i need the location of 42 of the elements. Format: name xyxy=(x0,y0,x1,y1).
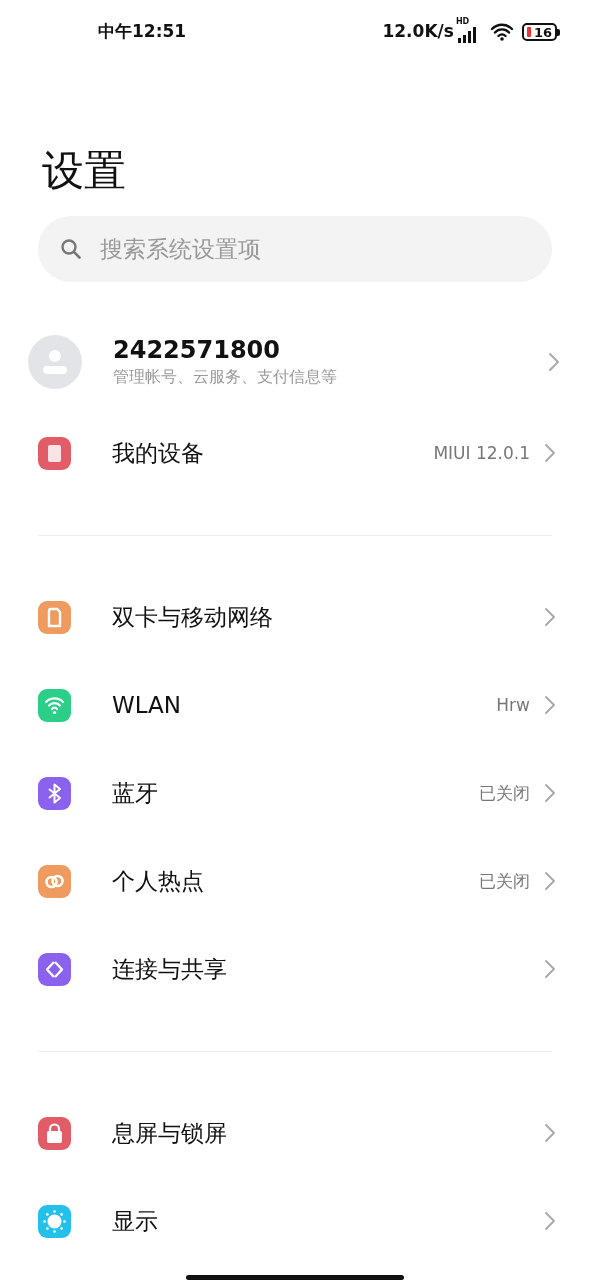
search-icon xyxy=(60,238,82,261)
settings-item[interactable]: 显示 xyxy=(0,1177,590,1266)
account-subtitle: 管理帐号、云服务、支付信息等 xyxy=(113,365,338,388)
signal-icon xyxy=(455,27,478,43)
settings-item[interactable]: WLAN Hrw xyxy=(0,661,590,750)
clock: 中午12:51 xyxy=(98,20,187,44)
settings-item[interactable]: 连接与共享 xyxy=(0,925,590,1014)
search-field[interactable]: 搜索系统设置项 xyxy=(38,216,552,283)
chevron-icon xyxy=(544,607,556,628)
account-name: 2422571800 xyxy=(113,336,281,365)
item-label: 蓝牙 xyxy=(112,779,159,809)
settings-item[interactable]: 息屏与锁屏 xyxy=(0,1089,590,1178)
chevron-icon xyxy=(544,443,556,464)
item-label: 双卡与移动网络 xyxy=(112,603,274,633)
chevron-icon xyxy=(544,871,556,892)
item-label: 连接与共享 xyxy=(112,955,228,985)
item-value: Hrw xyxy=(496,693,530,717)
page-title: 设置 xyxy=(42,146,127,197)
item-value: 已关闭 xyxy=(479,869,530,893)
chevron-icon xyxy=(544,695,556,716)
item-label: 显示 xyxy=(112,1207,159,1237)
chevron-icon xyxy=(548,352,560,373)
network-type-label: HD xyxy=(455,18,470,26)
battery-icon: 16 xyxy=(521,23,557,41)
item-label: 息屏与锁屏 xyxy=(112,1119,228,1149)
item-label: 个人热点 xyxy=(112,867,205,897)
settings-item[interactable]: 双卡与移动网络 xyxy=(0,573,590,662)
chevron-icon xyxy=(544,783,556,804)
chevron-icon xyxy=(544,959,556,980)
settings-item[interactable]: 蓝牙 已关闭 xyxy=(0,749,590,838)
avatar-icon xyxy=(28,335,82,390)
item-value: 已关闭 xyxy=(479,781,530,805)
network-speed: 12.0K/s xyxy=(382,20,454,44)
settings-item[interactable]: 个人热点 已关闭 xyxy=(0,837,590,926)
account-row[interactable]: 2422571800 管理帐号、云服务、支付信息等 xyxy=(0,315,590,410)
item-label: WLAN xyxy=(112,691,183,721)
settings-item[interactable]: 我的设备 MIUI 12.0.1 xyxy=(0,409,590,498)
chevron-icon xyxy=(544,1123,556,1144)
item-value: MIUI 12.0.1 xyxy=(433,441,530,465)
chevron-icon xyxy=(544,1211,556,1232)
item-label: 我的设备 xyxy=(112,439,205,469)
wifi-icon xyxy=(489,23,514,41)
